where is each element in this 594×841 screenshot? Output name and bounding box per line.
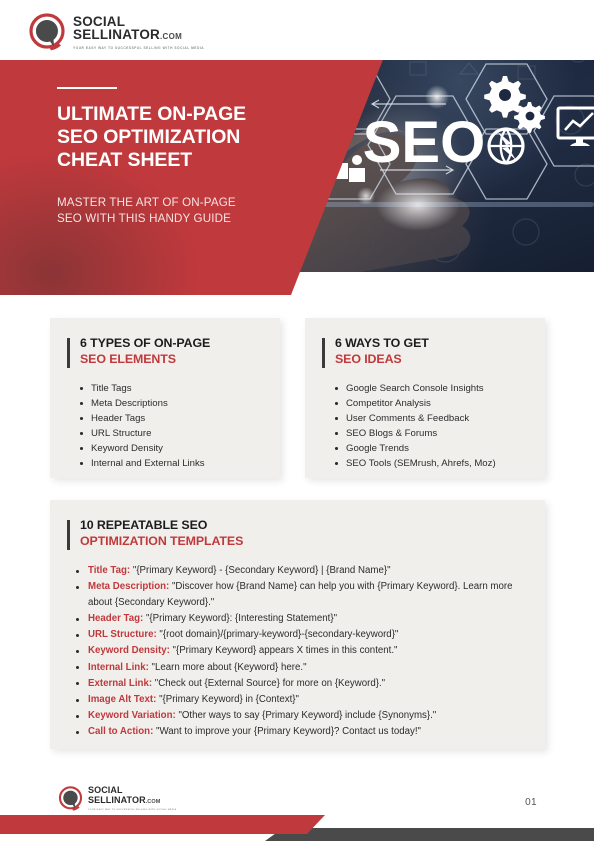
- list-item: SEO Blogs & Forums: [335, 426, 545, 441]
- template-label: Meta Description:: [88, 581, 170, 593]
- template-label: Call to Action:: [88, 725, 154, 737]
- list-item: Meta Descriptions: [80, 396, 280, 411]
- footer-logo[interactable]: SOCIAL SELLINATOR.COM YOUR EASY WAY TO S…: [58, 786, 177, 811]
- cheat-sheet-page: SEO ULTIMATE ON-PAGE SEO OPTIMIZATION CH…: [0, 0, 594, 841]
- hero-subtitle-line2: SEO WITH THIS HANDY GUIDE: [57, 212, 232, 225]
- list-item: Title Tag: "{Primary Keyword} - {Seconda…: [76, 563, 531, 579]
- footer-red-bar: [0, 815, 325, 834]
- card-heading-line1: 6 TYPES OF ON-PAGE: [80, 336, 211, 350]
- template-text: "{Primary Keyword}: {Interesting Stateme…: [145, 613, 338, 625]
- list-item: URL Structure: [80, 426, 280, 441]
- logo-brand-name: SELLINATOR: [73, 27, 161, 42]
- speech-bubble-logo-icon: [28, 13, 66, 51]
- template-label: Keyword Variation:: [88, 709, 176, 721]
- footer-logo-line2: SELLINATOR.COM: [88, 795, 177, 807]
- list-item: Call to Action: "Want to improve your {P…: [76, 724, 531, 740]
- template-text: "{Primary Keyword} - {Secondary Keyword}…: [132, 565, 391, 576]
- logo-line-2: SELLINATOR.COM: [73, 28, 204, 44]
- list-item: Meta Description: "Discover how {Brand N…: [76, 579, 531, 611]
- template-label: External Link:: [88, 677, 153, 689]
- template-text: "{Primary Keyword} appears X times in th…: [172, 645, 398, 657]
- list-item: Google Trends: [335, 441, 545, 456]
- template-text: "Check out {External Source} for more on…: [154, 677, 386, 689]
- list-item: Keyword Variation: "Other ways to say {P…: [76, 708, 531, 724]
- list-item: External Link: "Check out {External Sour…: [76, 676, 531, 692]
- footer-dark-bar: [265, 828, 594, 841]
- template-text: "Want to improve your {Primary Keyword}?…: [156, 725, 421, 737]
- logo-domain-suffix: .COM: [160, 32, 183, 41]
- list-item: URL Structure: "{root domain}/{primary-k…: [76, 627, 531, 643]
- list-item: Internal and External Links: [80, 456, 280, 471]
- template-text: "Other ways to say {Primary Keyword} inc…: [178, 709, 437, 721]
- page-number: 01: [525, 797, 537, 808]
- footer-brand-name: SELLINATOR: [88, 795, 146, 806]
- list-item: Internal Link: "Learn more about {Keywor…: [76, 660, 531, 676]
- card-seo-elements: 6 TYPES OF ON-PAGE SEO ELEMENTS Title Ta…: [50, 318, 280, 478]
- template-text: "{Primary Keyword} in {Context}": [159, 693, 299, 705]
- list-item: Header Tag: "{Primary Keyword}: {Interes…: [76, 611, 531, 627]
- list-item: Keyword Density: [80, 441, 280, 456]
- header-logo[interactable]: SOCIAL SELLINATOR.COM YOUR EASY WAY TO S…: [28, 13, 204, 51]
- hero-title-line3: CHEAT SHEET: [57, 149, 193, 171]
- footer-logo-line1: SOCIAL: [88, 785, 123, 796]
- card-heading-line2: SEO ELEMENTS: [80, 351, 176, 366]
- list-item: Google Search Console Insights: [335, 381, 545, 396]
- card-heading: 10 REPEATABLE SEO OPTIMIZATION TEMPLATES: [67, 518, 545, 550]
- seo-ideas-list: Google Search Console Insights Competito…: [335, 381, 545, 471]
- seo-templates-list: Title Tag: "{Primary Keyword} - {Seconda…: [76, 563, 545, 740]
- list-item: Image Alt Text: "{Primary Keyword} in {C…: [76, 692, 531, 708]
- template-label: Internal Link:: [88, 661, 149, 673]
- card-seo-ideas: 6 WAYS TO GET SEO IDEAS Google Search Co…: [305, 318, 545, 478]
- hero-subtitle: MASTER THE ART OF ON-PAGE SEO WITH THIS …: [57, 195, 357, 227]
- card-heading-line2: SEO IDEAS: [335, 351, 402, 366]
- hero-divider-rule: [57, 87, 117, 89]
- template-label: Image Alt Text:: [88, 693, 157, 705]
- template-text: "{root domain}/{primary-keyword}-{second…: [159, 629, 399, 641]
- footer-tagline: YOUR EASY WAY TO SUCCESSFUL SELLING WITH…: [88, 808, 177, 811]
- logo-tagline: YOUR EASY WAY TO SUCCESSFUL SELLING WITH…: [73, 46, 205, 50]
- list-item: Header Tags: [80, 411, 280, 426]
- hero-title: ULTIMATE ON-PAGE SEO OPTIMIZATION CHEAT …: [57, 103, 357, 172]
- card-heading: 6 WAYS TO GET SEO IDEAS: [322, 336, 545, 368]
- template-label: Title Tag:: [88, 565, 131, 576]
- card-seo-templates: 10 REPEATABLE SEO OPTIMIZATION TEMPLATES…: [50, 500, 545, 749]
- list-item: User Comments & Feedback: [335, 411, 545, 426]
- hero-content: ULTIMATE ON-PAGE SEO OPTIMIZATION CHEAT …: [57, 87, 357, 227]
- card-heading: 6 TYPES OF ON-PAGE SEO ELEMENTS: [67, 336, 280, 368]
- template-label: Header Tag:: [88, 613, 144, 625]
- card-heading-line1: 6 WAYS TO GET: [335, 336, 429, 350]
- seo-elements-list: Title Tags Meta Descriptions Header Tags…: [80, 381, 280, 471]
- speech-bubble-logo-icon: [58, 786, 83, 811]
- hero-title-line1: ULTIMATE ON-PAGE: [57, 103, 247, 125]
- template-label: Keyword Density:: [88, 645, 170, 657]
- chart-monitor-icon: [556, 106, 594, 146]
- list-item: Competitor Analysis: [335, 396, 545, 411]
- template-label: URL Structure:: [88, 629, 157, 641]
- hero-title-line2: SEO OPTIMIZATION: [57, 126, 241, 148]
- list-item: Keyword Density: "{Primary Keyword} appe…: [76, 643, 531, 659]
- card-heading-line2: OPTIMIZATION TEMPLATES: [80, 533, 244, 548]
- seo-wordmark: SEO: [363, 110, 486, 175]
- list-item: SEO Tools (SEMrush, Ahrefs, Moz): [335, 456, 545, 471]
- hero-subtitle-line1: MASTER THE ART OF ON-PAGE: [57, 196, 236, 209]
- top-bar: SOCIAL SELLINATOR.COM YOUR EASY WAY TO S…: [0, 0, 594, 60]
- logo-text: SOCIAL SELLINATOR.COM YOUR EASY WAY TO S…: [73, 14, 204, 50]
- footer-domain-suffix: .COM: [145, 799, 161, 806]
- gears-icon: [484, 76, 545, 133]
- template-text: "Learn more about {Keyword} here.": [151, 661, 307, 673]
- list-item: Title Tags: [80, 381, 280, 396]
- card-heading-line1: 10 REPEATABLE SEO: [80, 518, 208, 532]
- footer-logo-text: SOCIAL SELLINATOR.COM YOUR EASY WAY TO S…: [88, 786, 177, 811]
